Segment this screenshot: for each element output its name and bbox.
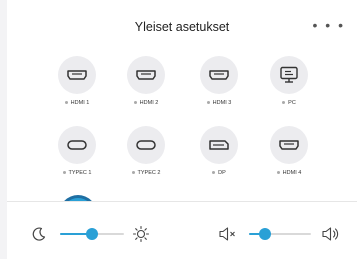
hdmi-port-icon — [270, 126, 308, 164]
source-hdmi-1[interactable]: HDMI 1 — [40, 56, 114, 106]
source-label: HDMI 2 — [139, 100, 159, 106]
usb-c-port-icon — [58, 126, 96, 164]
source-label: DP — [218, 170, 226, 176]
source-dp[interactable]: DP — [182, 126, 256, 176]
source-typec-1[interactable]: TYPEC 1 — [40, 126, 114, 176]
volume-slider-handle[interactable] — [258, 228, 271, 240]
source-label: HDMI 3 — [212, 100, 232, 106]
brightness-slider[interactable] — [60, 227, 124, 241]
source-hdmi-3[interactable]: HDMI 3 — [182, 56, 256, 106]
monitor-icon — [270, 56, 308, 94]
speaker-icon[interactable] — [321, 226, 341, 242]
source-hdmi-2[interactable]: HDMI 2 — [109, 56, 183, 106]
source-label: TYPEC 1 — [68, 170, 92, 176]
usb-c-port-icon — [127, 126, 165, 164]
volume-slider[interactable] — [249, 227, 311, 241]
source-typec-2[interactable]: TYPEC 2 — [109, 126, 183, 176]
brightness-slider-handle[interactable] — [86, 228, 98, 240]
source-label: PC — [288, 100, 296, 106]
displayport-icon — [200, 126, 238, 164]
hdmi-port-icon — [127, 56, 165, 94]
moon-icon — [32, 227, 46, 241]
source-label: TYPEC 2 — [137, 170, 161, 176]
hdmi-port-icon — [200, 56, 238, 94]
hdmi-port-icon — [58, 56, 96, 94]
page-title: Yleiset asetukset — [134, 20, 230, 34]
divider — [7, 201, 357, 202]
sun-icon — [132, 225, 150, 243]
more-options-button[interactable]: • • • — [313, 17, 345, 33]
source-label: HDMI 4 — [282, 170, 302, 176]
source-hdmi-4[interactable]: HDMI 4 — [252, 126, 326, 176]
source-label: HDMI 1 — [70, 100, 90, 106]
mute-icon[interactable] — [218, 226, 238, 242]
source-pc[interactable]: PC — [252, 56, 326, 106]
